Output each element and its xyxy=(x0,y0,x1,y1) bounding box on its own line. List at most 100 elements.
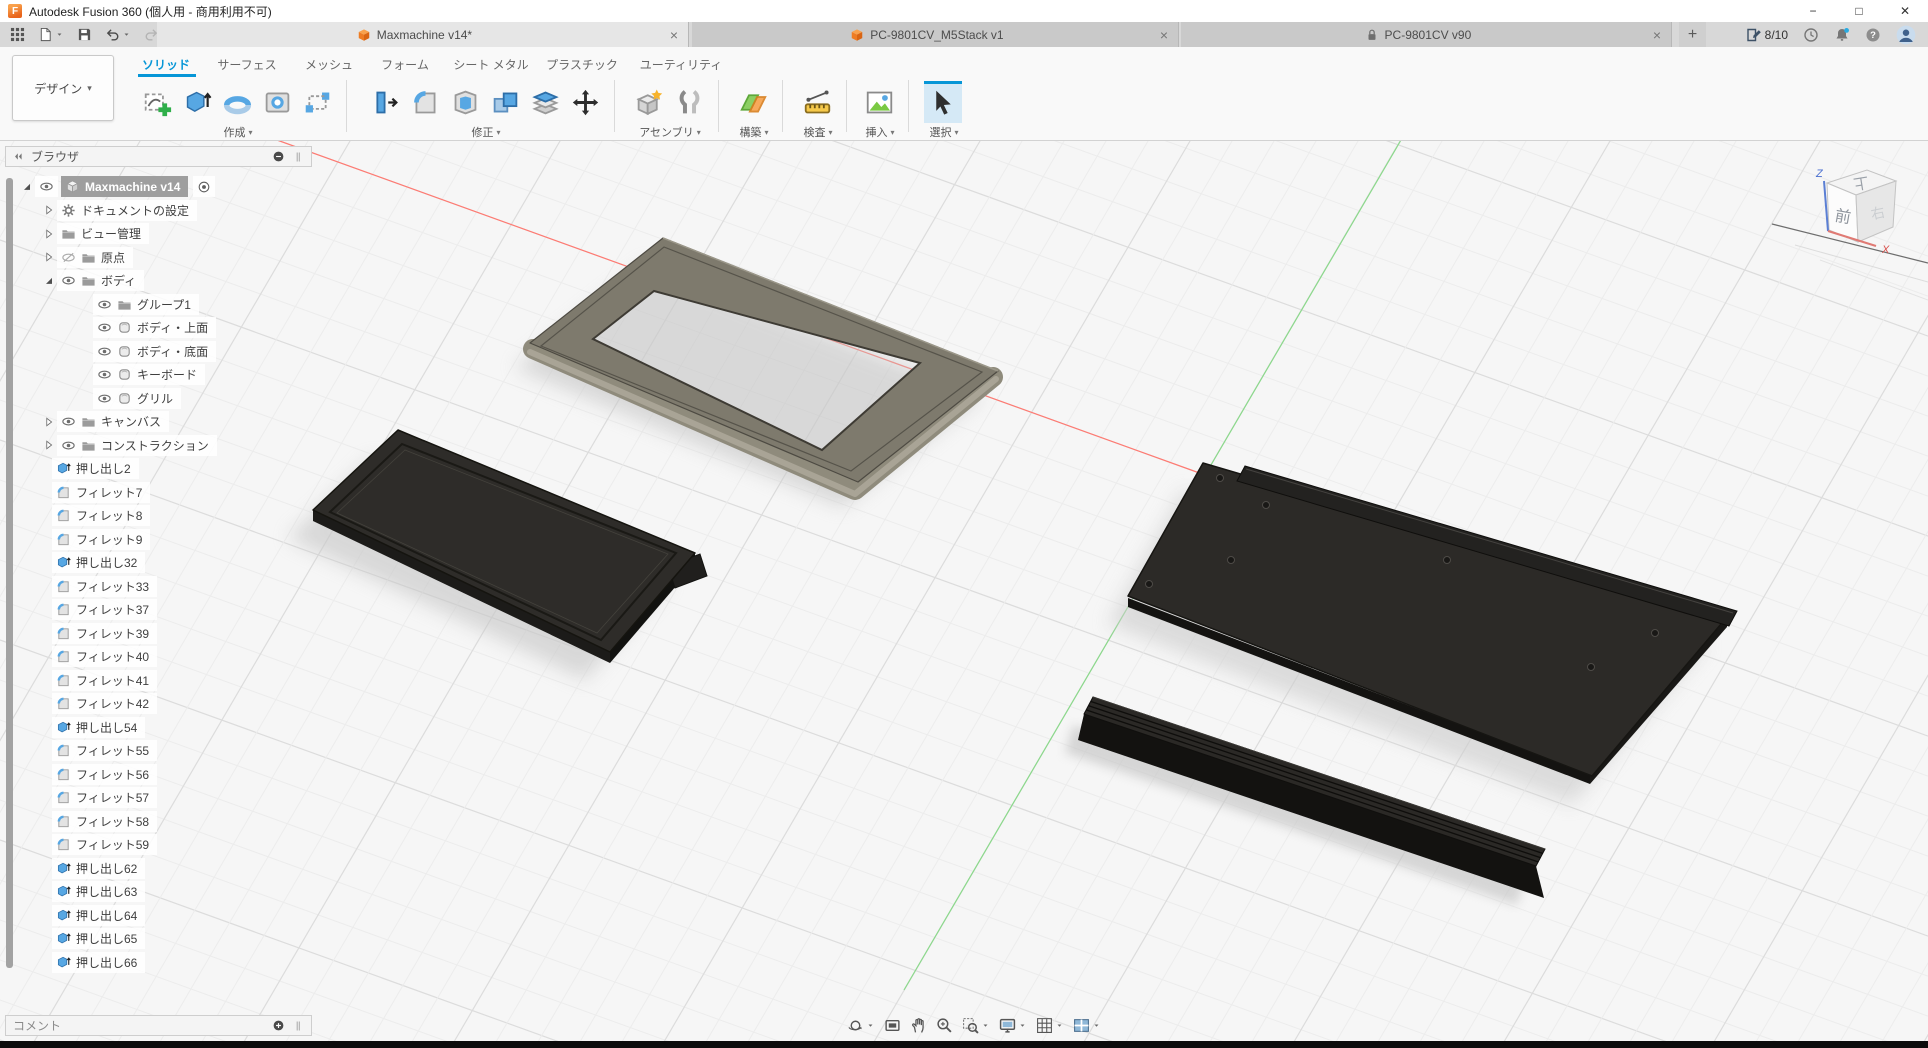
browser-item[interactable]: フィレット42 xyxy=(12,692,312,716)
grid-settings-button[interactable] xyxy=(1035,1016,1065,1035)
visibility-toggle[interactable] xyxy=(35,176,58,197)
browser-item[interactable]: フィレット57 xyxy=(12,786,312,810)
ribbon-group-label[interactable]: 検査▾ xyxy=(803,124,832,140)
ribbon-tab-0[interactable]: ソリッド xyxy=(142,56,190,73)
browser-item[interactable]: 押し出し64 xyxy=(12,904,312,928)
browser-item[interactable]: 原点 xyxy=(12,246,312,270)
revolve-tool-button[interactable] xyxy=(218,81,256,123)
browser-item[interactable]: フィレット40 xyxy=(12,645,312,669)
rectangular-pattern-tool-button[interactable] xyxy=(298,81,336,123)
collapse-arrow-icon[interactable] xyxy=(40,275,57,287)
version-badge[interactable]: 8/10 xyxy=(1745,27,1788,43)
visibility-toggle[interactable] xyxy=(97,320,112,335)
workspace-selector[interactable]: デザイン▾ xyxy=(12,55,114,121)
document-tab[interactable]: Maxmachine v14* × xyxy=(157,22,689,47)
combine-tool-button[interactable] xyxy=(486,81,524,123)
document-tab[interactable]: PC-9801CV v90 × xyxy=(1181,22,1672,47)
ribbon-tab-6[interactable]: ユーティリティ xyxy=(640,56,723,73)
extrude-tool-button[interactable] xyxy=(178,81,216,123)
construction-plane-tool-button[interactable] xyxy=(734,81,772,123)
browser-item[interactable]: ボディ xyxy=(12,269,312,293)
browser-item[interactable]: 押し出し65 xyxy=(12,927,312,951)
avatar[interactable] xyxy=(1896,25,1916,45)
browser-panel-header[interactable]: ブラウザ xyxy=(5,146,312,167)
close-button[interactable]: ✕ xyxy=(1882,0,1928,22)
pan-button[interactable] xyxy=(909,1016,928,1035)
ribbon-group-label[interactable]: アセンブリ▾ xyxy=(639,124,700,140)
insert-canvas-tool-button[interactable] xyxy=(860,81,898,123)
new-component-tool-button[interactable] xyxy=(630,81,668,123)
browser-item[interactable]: コンストラクション xyxy=(12,434,312,458)
measure-tool-button[interactable] xyxy=(798,81,836,123)
shell-tool-button[interactable] xyxy=(446,81,484,123)
display-settings-button[interactable] xyxy=(998,1016,1028,1035)
visibility-toggle[interactable] xyxy=(97,391,112,406)
press-pull-tool-button[interactable] xyxy=(366,81,404,123)
viewports-button[interactable] xyxy=(1072,1016,1102,1035)
browser-item[interactable]: キャンバス xyxy=(12,410,312,434)
panel-grip-handle[interactable] xyxy=(292,151,304,163)
offset-face-tool-button[interactable] xyxy=(526,81,564,123)
orbit-button[interactable] xyxy=(846,1016,876,1035)
browser-item[interactable]: Maxmachine v14 xyxy=(12,175,312,199)
browser-item[interactable]: 押し出し32 xyxy=(12,551,312,575)
tab-close-icon[interactable]: × xyxy=(670,27,678,43)
tab-close-icon[interactable]: × xyxy=(1653,27,1661,43)
browser-item[interactable]: グリル xyxy=(12,387,312,411)
expand-arrow-icon[interactable] xyxy=(40,416,57,428)
visibility-toggle[interactable] xyxy=(61,250,76,265)
visibility-toggle[interactable] xyxy=(61,273,76,288)
ribbon-tab-5[interactable]: プラスチック xyxy=(546,56,618,73)
help-icon[interactable]: ? xyxy=(1865,27,1881,43)
visibility-toggle[interactable] xyxy=(97,297,112,312)
browser-item[interactable]: ボディ・底面 xyxy=(12,340,312,364)
expand-arrow-icon[interactable] xyxy=(40,251,57,263)
browser-item[interactable]: フィレット56 xyxy=(12,763,312,787)
browser-item[interactable]: フィレット58 xyxy=(12,810,312,834)
activate-component-radio[interactable] xyxy=(193,176,215,197)
visibility-toggle[interactable] xyxy=(97,367,112,382)
browser-item[interactable]: フィレット9 xyxy=(12,528,312,552)
browser-item[interactable]: フィレット7 xyxy=(12,481,312,505)
visibility-toggle[interactable] xyxy=(61,414,76,429)
joint-tool-button[interactable] xyxy=(670,81,708,123)
browser-item[interactable]: ビュー管理 xyxy=(12,222,312,246)
visibility-toggle[interactable] xyxy=(97,344,112,359)
visibility-toggle[interactable] xyxy=(61,438,76,453)
create-sketch-tool-button[interactable] xyxy=(138,81,176,123)
browser-item[interactable]: 押し出し63 xyxy=(12,880,312,904)
expand-arrow-icon[interactable] xyxy=(40,439,57,451)
browser-item[interactable]: フィレット33 xyxy=(12,575,312,599)
browser-item[interactable]: フィレット39 xyxy=(12,622,312,646)
ribbon-group-label[interactable]: 構築▾ xyxy=(739,124,768,140)
browser-item[interactable]: 押し出し2 xyxy=(12,457,312,481)
fillet-tool-button[interactable] xyxy=(406,81,444,123)
hole-tool-button[interactable] xyxy=(258,81,296,123)
ribbon-tab-3[interactable]: フォーム xyxy=(381,56,429,73)
minimize-button[interactable]: − xyxy=(1790,0,1836,22)
browser-item[interactable]: ドキュメントの設定 xyxy=(12,199,312,223)
browser-item[interactable]: フィレット37 xyxy=(12,598,312,622)
comment-bar[interactable]: コメント xyxy=(5,1015,312,1036)
ribbon-group-label[interactable]: 作成▾ xyxy=(223,124,252,140)
move-copy-tool-button[interactable] xyxy=(566,81,604,123)
expand-arrow-icon[interactable] xyxy=(40,204,57,216)
save-button[interactable] xyxy=(77,27,92,42)
undo-button[interactable] xyxy=(105,27,131,42)
collapse-panel-icon[interactable] xyxy=(13,151,24,162)
ribbon-group-label[interactable]: 修正▾ xyxy=(471,124,500,140)
browser-item[interactable]: フィレット55 xyxy=(12,739,312,763)
browser-item[interactable]: ボディ・上面 xyxy=(12,316,312,340)
zoom-window-button[interactable] xyxy=(961,1016,991,1035)
browser-item[interactable]: 押し出し62 xyxy=(12,857,312,881)
zoom-button[interactable] xyxy=(935,1016,954,1035)
ribbon-tab-2[interactable]: メッシュ xyxy=(305,56,353,73)
add-comment-icon[interactable] xyxy=(272,1019,285,1032)
recent-activity-icon[interactable] xyxy=(1803,27,1819,43)
browser-item[interactable]: キーボード xyxy=(12,363,312,387)
maximize-button[interactable]: □ xyxy=(1836,0,1882,22)
browser-item[interactable]: グループ1 xyxy=(12,293,312,317)
ribbon-group-label[interactable]: 選択▾ xyxy=(929,124,958,140)
browser-item[interactable]: 押し出し54 xyxy=(12,716,312,740)
browser-item[interactable]: 押し出し66 xyxy=(12,951,312,975)
